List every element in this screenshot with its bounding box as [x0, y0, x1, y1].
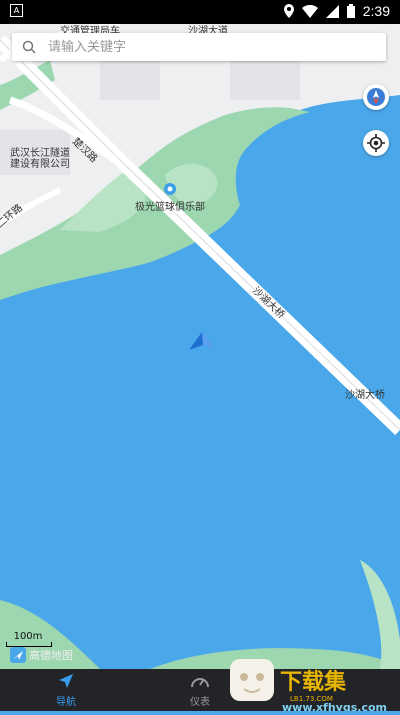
- watermark-text: 下载集: [280, 669, 347, 695]
- compass-icon: [367, 88, 385, 106]
- search-icon: [12, 40, 46, 54]
- dashboard-icon: [191, 678, 209, 688]
- notification-icon: A: [10, 4, 23, 17]
- wifi-icon: [301, 4, 318, 18]
- tab-navigation[interactable]: 导航: [44, 669, 88, 711]
- map-scale: 100m: [6, 631, 52, 647]
- battery-icon: [346, 4, 355, 18]
- watermark-site: www.xfhygs.com: [282, 701, 387, 711]
- locate-icon: [367, 134, 385, 152]
- map-label-bridge-right: 沙湖大桥: [345, 388, 385, 401]
- tab-dashboard[interactable]: 仪表: [178, 669, 222, 711]
- tab-navigation-label: 导航: [56, 697, 76, 708]
- status-time: 2:39: [362, 3, 390, 19]
- map-label-company-line2: 建设有限公司: [10, 157, 70, 170]
- signal-icon: [325, 4, 339, 18]
- scale-label: 100m: [13, 631, 43, 642]
- location-status-icon: [283, 4, 294, 18]
- map-view[interactable]: 交通管理局车 沙湖大道 楚汉路 武汉长江隧道 建设有限公司 二环路 极光篮球俱乐…: [0, 0, 400, 669]
- search-bar[interactable]: [12, 33, 386, 61]
- brand-label: 高德地图: [29, 649, 73, 662]
- compass-button[interactable]: [363, 84, 389, 110]
- tab-dashboard-label: 仪表: [190, 697, 210, 708]
- locate-button[interactable]: [363, 130, 389, 156]
- map-label-company-line1: 武汉长江隧道: [10, 146, 70, 159]
- amap-logo-icon: [10, 647, 26, 663]
- map-brand: 高德地图: [10, 647, 73, 663]
- map-label-poi: 极光篮球俱乐部: [135, 200, 205, 213]
- site-watermark: 下载集 LB1.73.COM www.xfhygs.com: [230, 659, 400, 714]
- navigate-icon: [59, 674, 73, 688]
- search-input[interactable]: [46, 38, 350, 56]
- status-bar: A 2:39: [0, 0, 400, 24]
